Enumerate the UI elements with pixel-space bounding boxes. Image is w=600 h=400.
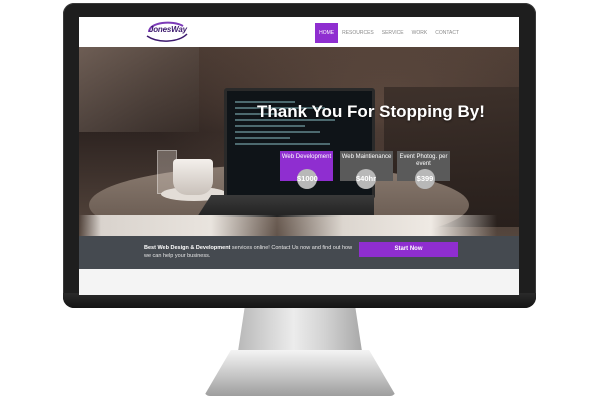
hero-laptop-base — [197, 195, 374, 217]
site-header: JonesWay HOME RESOURCES SERVICE WORK CON… — [79, 17, 519, 47]
hero-coffee-cup — [173, 159, 213, 195]
price-badge: $1000 — [297, 169, 318, 189]
nav-item-resources[interactable]: RESOURCES — [338, 23, 378, 43]
hero-papers — [79, 215, 519, 236]
monitor-screen: JonesWay HOME RESOURCES SERVICE WORK CON… — [79, 17, 519, 295]
monitor-stand-base — [204, 350, 396, 396]
nav-item-contact[interactable]: CONTACT — [431, 23, 463, 43]
hero-banner — [79, 47, 519, 236]
price-badge: $40hr — [356, 169, 376, 189]
nav-item-work[interactable]: WORK — [408, 23, 432, 43]
nav-item-home[interactable]: HOME — [315, 23, 339, 43]
start-now-button[interactable]: Start Now — [359, 242, 458, 257]
cta-band: Best Web Design & Development services o… — [79, 236, 519, 269]
nav-item-service[interactable]: SERVICE — [378, 23, 408, 43]
service-title: Event Photog. per event — [399, 154, 448, 167]
logo-text: JonesWay — [149, 25, 187, 34]
service-title: Web Maintienance — [341, 154, 392, 160]
price-badge: $399 — [415, 169, 435, 189]
page-content-strip — [79, 269, 519, 295]
cta-text: Best Web Design & Development services o… — [144, 244, 354, 260]
service-title: Web Development — [281, 154, 332, 160]
hero-background-window — [79, 47, 199, 132]
cta-bold-text: Best Web Design & Development — [144, 245, 231, 251]
monitor-bezel — [63, 293, 536, 308]
hero-heading: Thank You For Stopping By! — [257, 102, 485, 121]
site-logo[interactable]: JonesWay — [141, 20, 189, 44]
main-nav: HOME RESOURCES SERVICE WORK CONTACT — [315, 23, 463, 43]
